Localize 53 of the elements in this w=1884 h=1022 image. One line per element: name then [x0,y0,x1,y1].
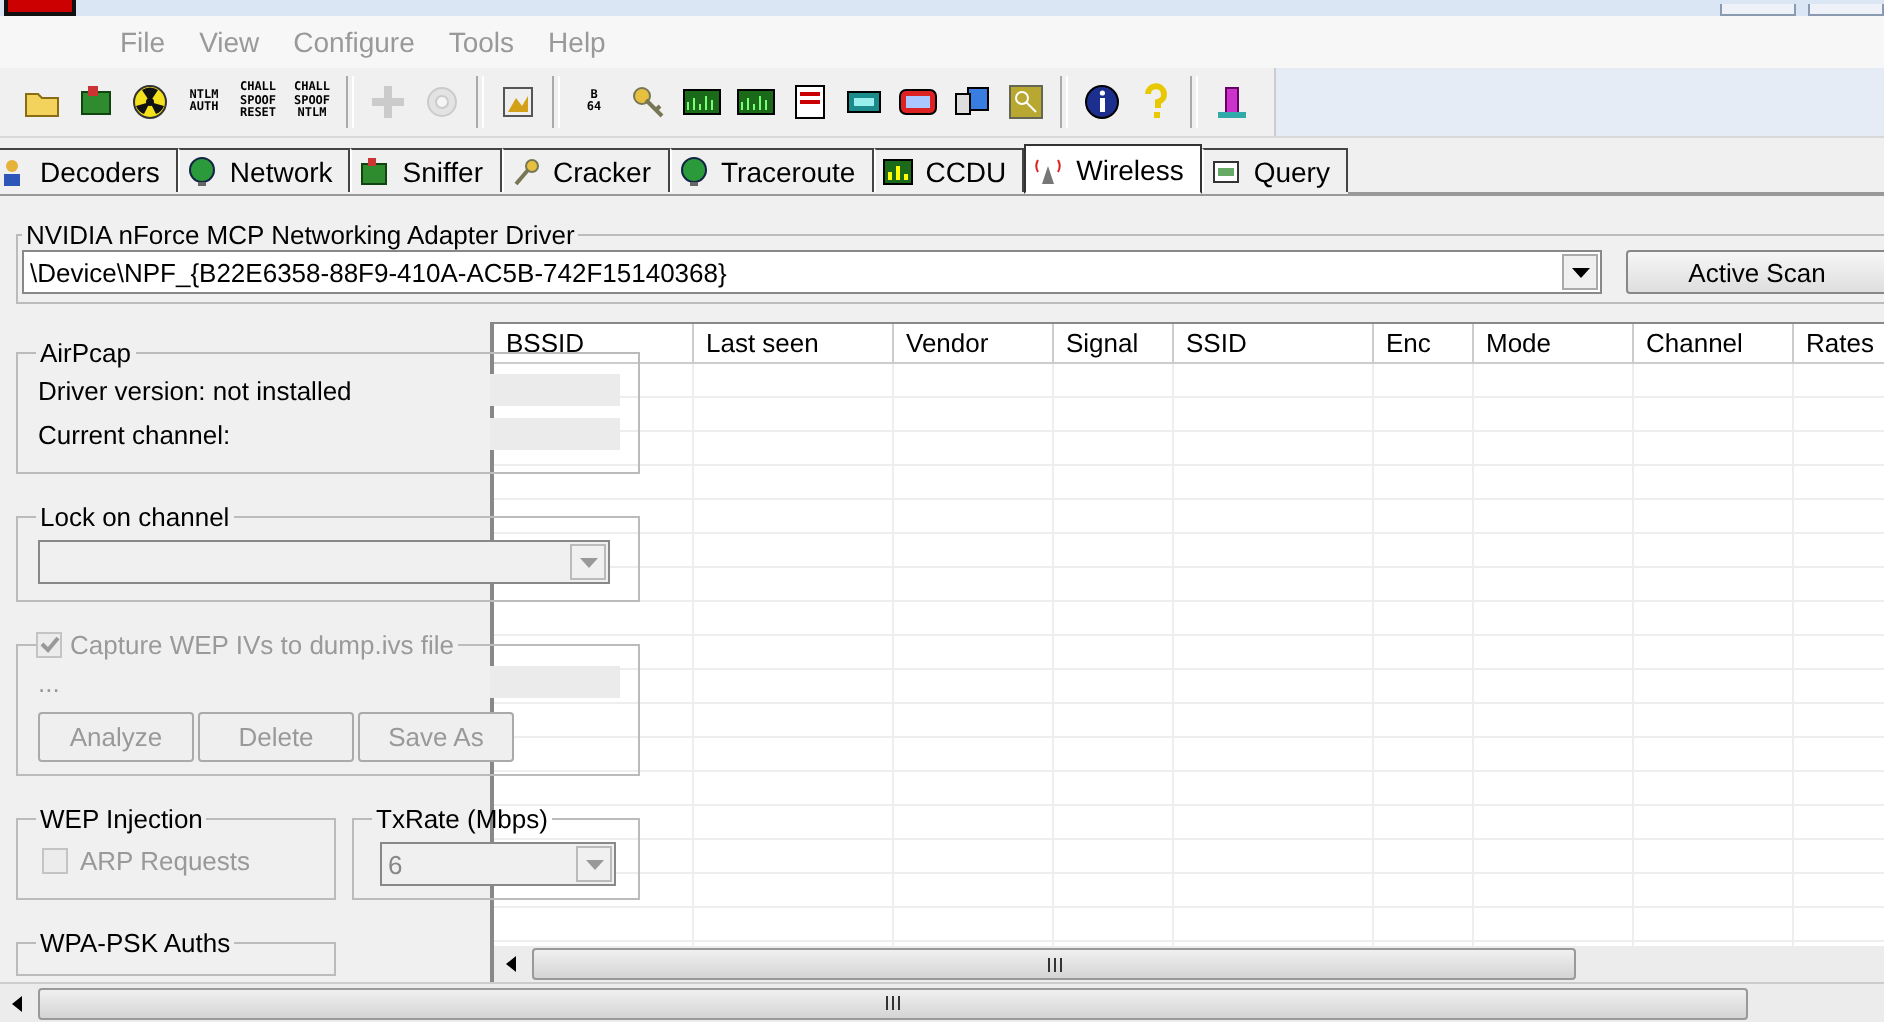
tab[interactable]: Traceroute [669,148,874,192]
chart-icon [881,155,914,187]
tab[interactable]: Network [177,148,351,192]
driver-version-field [490,374,620,406]
scroll-thumb[interactable] [532,948,1576,980]
column-header[interactable]: Signal [1054,324,1174,364]
arp-requests-label: ARP Requests [80,846,251,876]
scroll-thumb[interactable] [38,987,1748,1019]
group-title: WPA-PSK Auths [38,928,233,958]
info-icon[interactable] [1082,82,1122,122]
tab[interactable]: Query [1201,148,1348,192]
radiation-icon[interactable] [130,82,170,122]
tab[interactable]: Decoders [0,148,178,192]
column-header[interactable]: Vendor [894,324,1054,364]
doc-icon[interactable] [790,82,830,122]
column-header[interactable]: BSSID [494,324,694,364]
dump-path-text: ... [38,667,60,697]
key-icon [509,155,541,187]
image-icon[interactable] [498,82,538,122]
column-header[interactable]: Last seen [694,324,894,364]
active-scan-button[interactable]: Active Scan [1626,250,1884,294]
column-header[interactable]: SSID [1174,324,1374,364]
column-header[interactable]: Channel [1634,324,1794,364]
scroll-left-icon[interactable] [12,995,28,1011]
device-dropdown[interactable]: \Device\NPF_{B22E6358-88F9-410A-AC5B-742F15140368} [22,250,1602,294]
group-title: Lock on channel [38,502,232,532]
group-title: AirPcap [38,338,134,368]
column-header[interactable]: Mode [1474,324,1634,364]
dump-path-field [490,666,620,698]
tab[interactable]: Sniffer [350,148,501,192]
capture-label: Capture WEP IVs to dump.ivs file [70,630,454,660]
current-channel-field [490,418,620,450]
scroll-left-icon[interactable] [506,956,522,972]
horizontal-scrollbar[interactable] [494,946,1884,982]
tower-icon[interactable] [1212,82,1252,122]
minimize-button[interactable] [1720,4,1796,16]
board-icon [358,155,391,187]
group-title: NVIDIA nForce MCP Networking Adapter Driver [24,220,577,250]
current-channel-label: Current channel: [38,419,231,449]
horizontal-scrollbar[interactable] [0,982,1884,1022]
maximize-button[interactable] [1808,4,1884,16]
window-icon [1209,155,1242,187]
driver-version-label: Driver version: not installed [38,375,352,405]
group-title: TxRate (Mbps) [374,804,550,834]
tab[interactable]: CCDU [873,148,1025,192]
group-title: WEP Injection [38,804,205,834]
tab[interactable]: Cracker [501,148,670,192]
column-header[interactable]: Enc [1374,324,1474,364]
globe-icon [677,155,710,187]
key-icon[interactable] [628,82,668,122]
app-logo-icon [4,0,76,16]
tab[interactable]: Wireless [1024,144,1202,194]
globe-icon [185,155,218,187]
